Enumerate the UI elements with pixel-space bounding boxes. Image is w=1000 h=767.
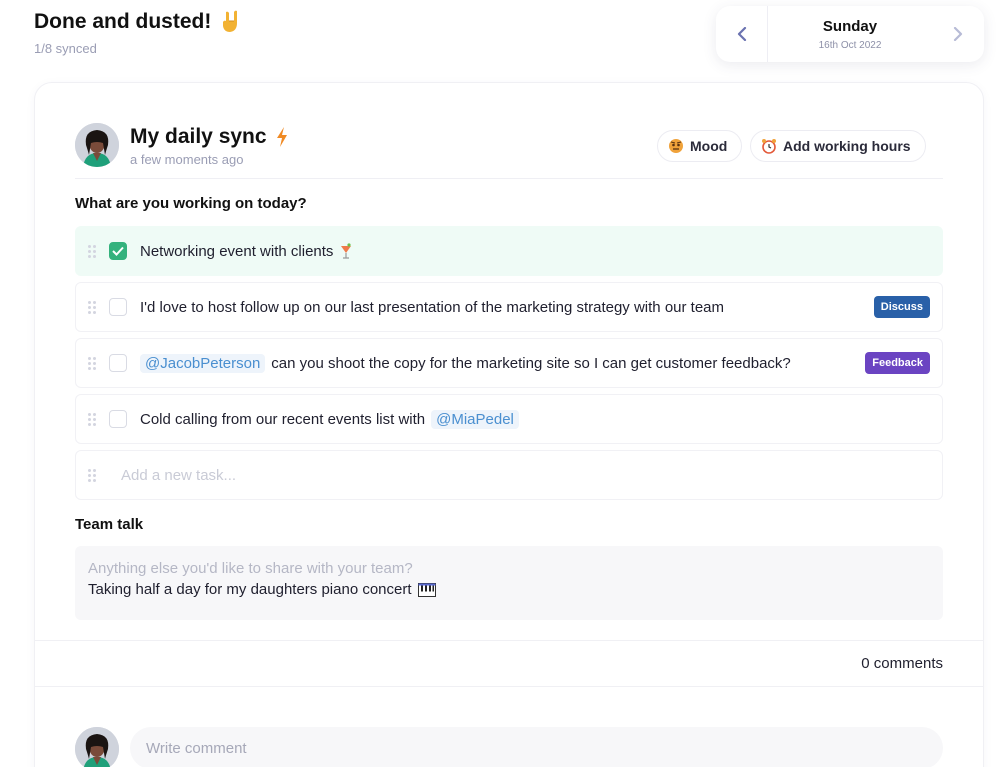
task-checkbox[interactable] [109,354,127,372]
next-day-button[interactable] [932,6,984,62]
date-full: 16th Oct 2022 [818,39,882,51]
task-text: I'd love to host follow up on our last p… [140,299,724,316]
divider [35,640,983,641]
drag-handle-icon[interactable] [88,300,96,314]
task-checkbox[interactable] [109,242,127,260]
date-day: Sunday [822,17,878,35]
divider [75,178,943,179]
drag-handle-icon[interactable] [88,412,96,426]
add-task-row [75,450,943,500]
piano-icon [417,582,436,597]
task-text: Networking event with clients [140,243,353,260]
task-item: Networking event with clients [75,226,943,276]
chevron-left-icon [737,27,746,41]
mood-label: Mood [690,138,728,154]
date-selector: Sunday 16th Oct 2022 [716,6,984,62]
comment-avatar [75,727,119,767]
team-talk-value: Taking half a day for my daughters piano… [88,581,412,598]
discuss-tag[interactable]: Discuss [873,296,930,318]
sync-timestamp: a few moments ago [130,152,244,167]
add-task-input[interactable] [121,466,821,484]
feedback-tag[interactable]: Feedback [865,352,930,374]
checkmark-icon [112,246,124,256]
sync-title-text: My daily sync [130,125,267,148]
team-talk-placeholder: Anything else you'd like to share with y… [88,560,413,577]
sync-title: My daily sync [130,125,289,149]
sync-progress: 1/8 synced [34,41,97,56]
previous-day-button[interactable] [716,6,768,62]
write-comment-input[interactable] [130,727,943,767]
task-item: @JacobPeterson can you shoot the copy fo… [75,338,943,388]
team-talk-input[interactable]: Anything else you'd like to share with y… [75,546,943,620]
team-talk-heading: Team talk [75,516,144,533]
daily-sync-card: My daily sync a few moments ago Mood Add… [34,82,984,767]
task-checkbox[interactable] [109,410,127,428]
avatar [75,123,119,167]
task-checkbox[interactable] [109,298,127,316]
task-label: can you shoot the copy for the marketing… [271,354,791,372]
mention-mia-pedel[interactable]: @MiaPedel [431,409,519,429]
drag-handle-icon[interactable] [88,356,96,370]
chevron-right-icon [953,27,963,41]
page-title: Done and dusted! [34,10,243,34]
add-working-hours-button[interactable]: Add working hours [750,130,926,162]
task-label: Cold calling from our recent events list… [140,410,426,428]
task-item: I'd love to host follow up on our last p… [75,282,943,332]
comments-count[interactable]: 0 comments [861,655,943,672]
rock-on-hand-icon [221,10,243,34]
alarm-clock-icon [761,138,777,154]
task-item: Cold calling from our recent events list… [75,394,943,444]
task-label: Networking event with clients [140,242,334,260]
task-text: @JacobPeterson can you shoot the copy fo… [140,353,791,373]
task-text: Cold calling from our recent events list… [140,409,519,429]
mood-face-icon [668,138,684,154]
divider [35,686,983,687]
mood-button[interactable]: Mood [657,130,743,162]
drag-handle-icon[interactable] [88,244,96,258]
cocktail-icon [341,243,352,259]
page-title-text: Done and dusted! [34,10,212,33]
tasks-heading: What are you working on today? [75,195,307,212]
task-label: I'd love to host follow up on our last p… [140,298,725,316]
drag-handle-icon[interactable] [88,468,96,482]
add-working-hours-label: Add working hours [783,138,911,154]
mention-jacob-peterson[interactable]: @JacobPeterson [140,353,266,373]
lightning-icon [276,127,287,147]
current-date: Sunday 16th Oct 2022 [768,18,932,51]
team-talk-text: Taking half a day for my daughters piano… [88,581,930,598]
